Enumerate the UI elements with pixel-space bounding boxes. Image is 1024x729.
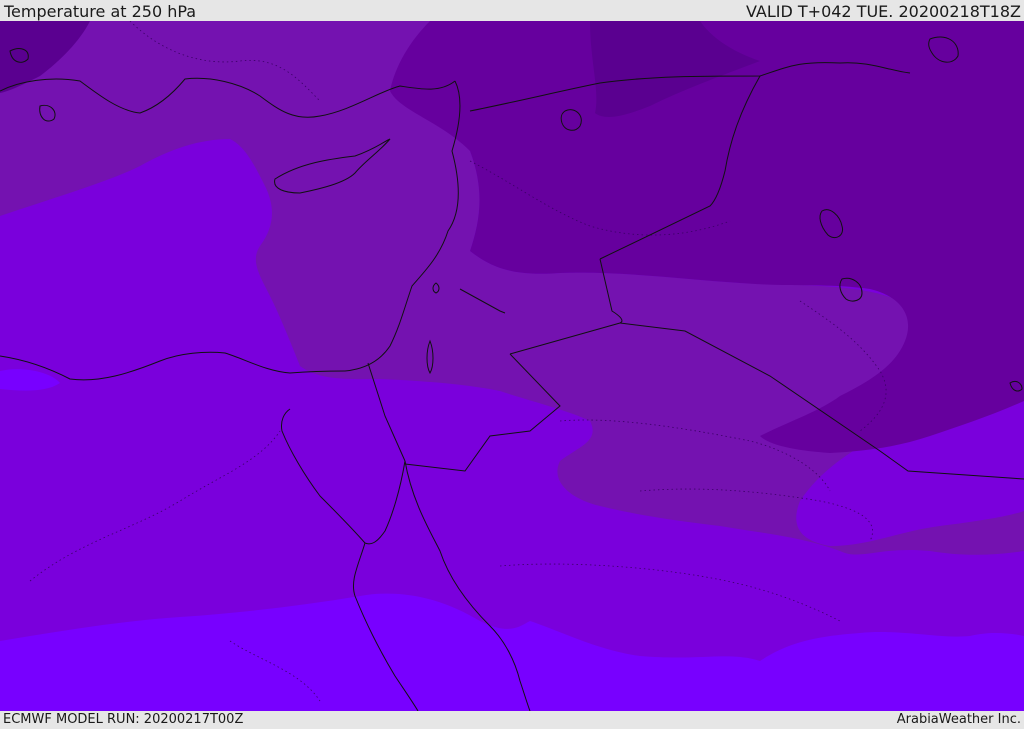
map-canvas	[0, 21, 1024, 711]
map-svg	[0, 21, 1024, 711]
provider-label: ArabiaWeather Inc.	[896, 712, 1021, 727]
forecast-map-page: Temperature at 250 hPa VALID T+042 TUE. …	[0, 0, 1024, 729]
map-title: Temperature at 250 hPa	[4, 2, 197, 21]
valid-time-label: VALID T+042 TUE. 20200218T18Z	[745, 2, 1021, 21]
footer-bar: ECMWF MODEL RUN: 20200217T00Z ArabiaWeat…	[0, 711, 1024, 729]
model-run-label: ECMWF MODEL RUN: 20200217T00Z	[3, 712, 244, 727]
header-bar: Temperature at 250 hPa VALID T+042 TUE. …	[0, 0, 1024, 21]
